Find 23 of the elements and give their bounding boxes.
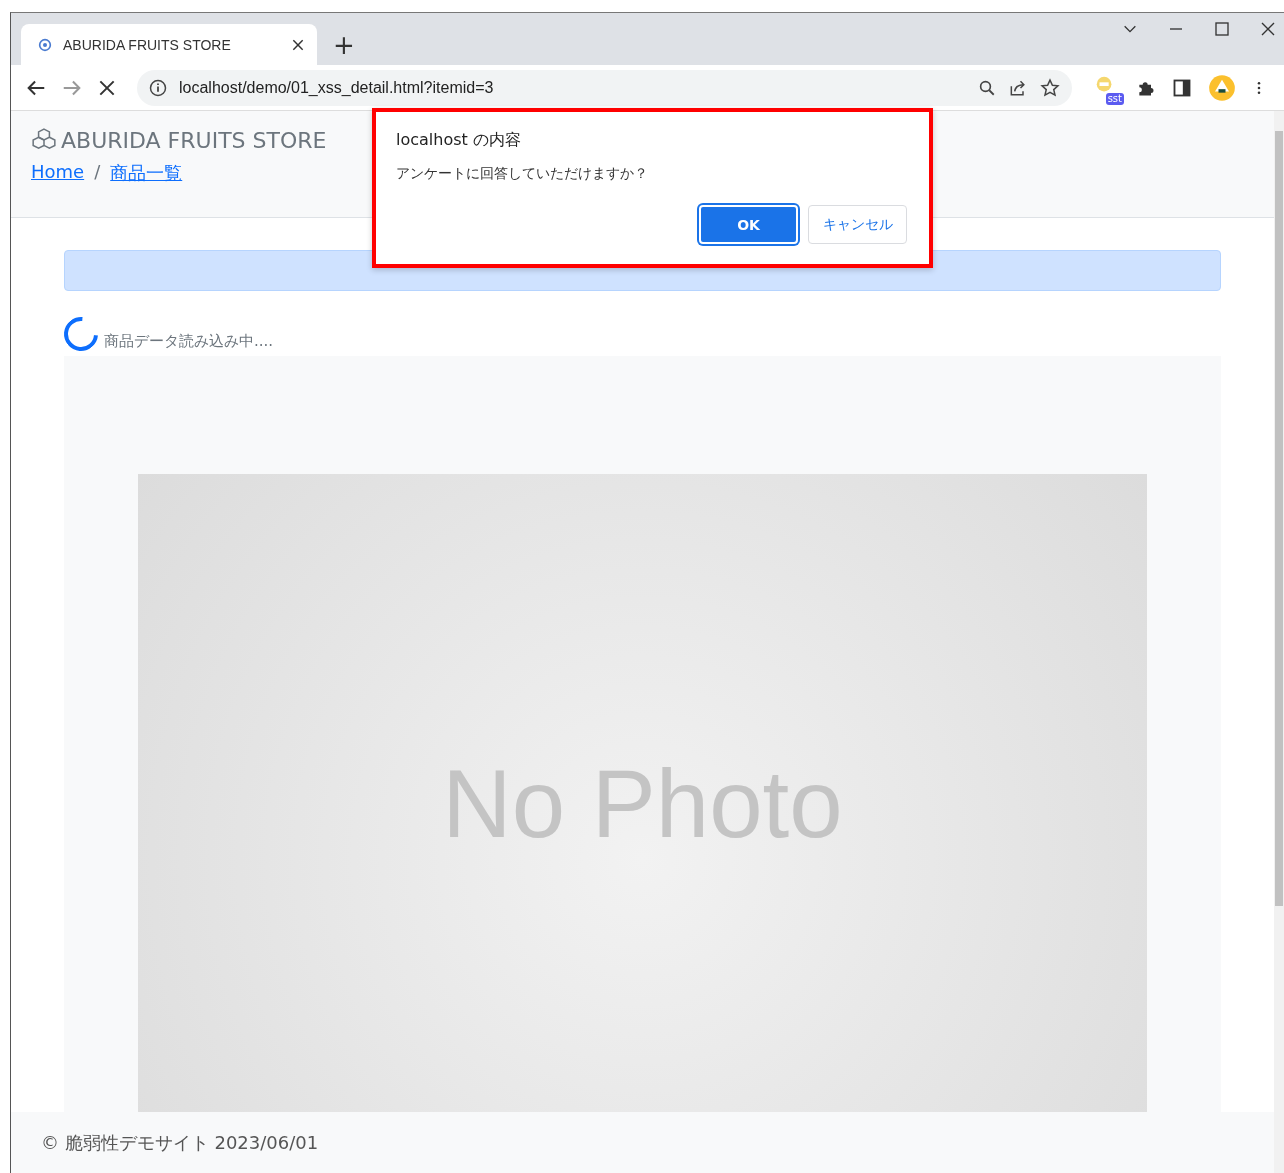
close-icon[interactable]: [1260, 21, 1276, 37]
browser-tab[interactable]: ABURIDA FRUITS STORE: [21, 24, 317, 65]
breadcrumb-separator: /: [94, 161, 101, 184]
cancel-button[interactable]: キャンセル: [808, 205, 907, 244]
loading-text: 商品データ読み込み中....: [104, 332, 274, 351]
tab-title: ABURIDA FRUITS STORE: [63, 36, 232, 53]
copyright-text: © 脆弱性デモサイト 2023/06/01: [41, 1130, 319, 1155]
dialog-message: アンケートに回答していただけますか？: [396, 165, 649, 183]
new-tab-button[interactable]: +: [333, 29, 355, 61]
avatar-icon[interactable]: [1208, 73, 1236, 102]
address-bar[interactable]: localhost/demo/01_xss_detail.html?itemid=3: [137, 69, 1072, 106]
dialog-title: localhost の内容: [396, 130, 522, 151]
scrollbar[interactable]: [1274, 111, 1284, 1173]
ok-button[interactable]: OK: [699, 205, 798, 244]
breadcrumb-link[interactable]: Home: [31, 161, 85, 185]
side-panel-icon[interactable]: [1172, 77, 1192, 98]
brand-title: ABURIDA FRUITS STORE: [61, 127, 327, 153]
maximize-icon[interactable]: [1214, 21, 1230, 37]
info-icon[interactable]: [149, 78, 167, 97]
breadcrumb-link[interactable]: 商品一覧: [110, 161, 183, 185]
close-icon[interactable]: [291, 37, 305, 52]
search-icon[interactable]: [978, 78, 996, 97]
star-icon[interactable]: [1040, 77, 1060, 98]
